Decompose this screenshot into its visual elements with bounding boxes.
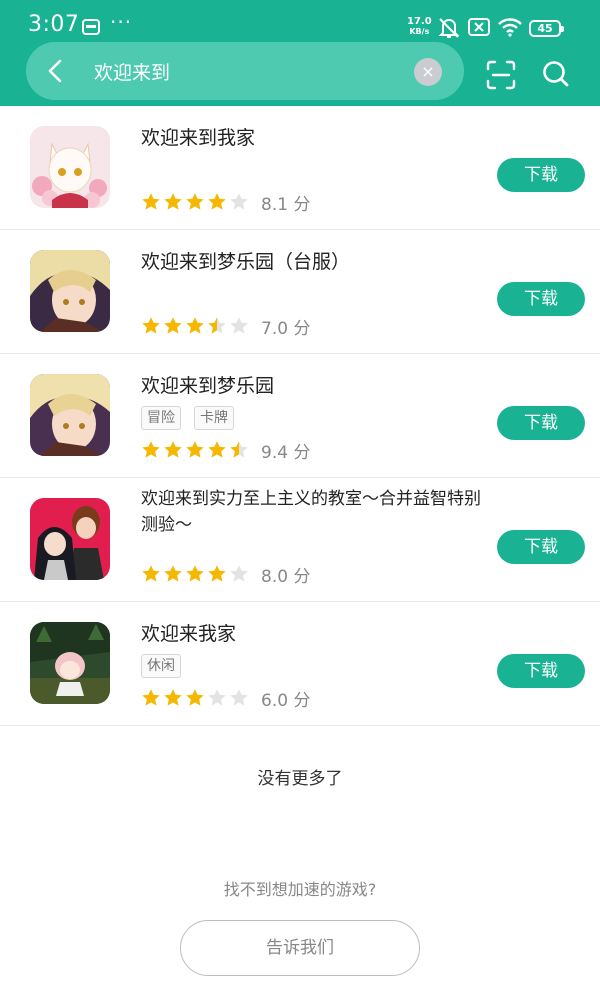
status-time: 3:07	[28, 12, 80, 37]
app-icon-forest-girl[interactable]	[30, 622, 110, 704]
network-speed-unit: KB/s	[409, 27, 430, 36]
app-icon-blonde-character[interactable]	[30, 374, 110, 456]
download-button[interactable]: 下载	[497, 654, 585, 688]
star-icon	[186, 565, 204, 582]
app-rating: 8.1 分	[141, 191, 311, 215]
star-icon	[164, 193, 182, 210]
search-bar[interactable]: 欢迎来到 ×	[26, 42, 464, 100]
star-icon	[230, 689, 248, 706]
scan-icon[interactable]	[484, 58, 518, 92]
star-icon	[142, 565, 160, 582]
star-icon	[208, 193, 226, 210]
star-icon	[142, 689, 160, 706]
end-of-list-text: 没有更多了	[257, 769, 343, 789]
back-arrow-icon[interactable]	[40, 55, 72, 87]
star-icon	[142, 441, 160, 458]
download-button[interactable]: 下载	[497, 158, 585, 192]
app-name[interactable]: 欢迎来我家	[141, 620, 481, 648]
star-icon	[208, 317, 226, 334]
app-name[interactable]: 欢迎来到梦乐园（台服）	[141, 248, 481, 276]
app-icon-blonde-character[interactable]	[30, 250, 110, 332]
tell-us-button[interactable]: 告诉我们	[180, 920, 420, 976]
star-icon	[186, 689, 204, 706]
app-tag: 冒险	[141, 406, 181, 430]
rating-stars	[141, 688, 249, 708]
list-item[interactable]: 欢迎来到实力至上主义的教室～合并益智特别测验～ 8.0 分 下载	[0, 478, 600, 602]
list-item[interactable]: 欢迎来到梦乐园 冒险 卡牌 9.4 分 下载	[0, 354, 600, 478]
star-icon	[142, 193, 160, 210]
app-tag: 卡牌	[194, 406, 234, 430]
star-icon	[208, 441, 226, 458]
download-button[interactable]: 下载	[497, 282, 585, 316]
star-icon	[164, 317, 182, 334]
app-icon-cat-girl[interactable]	[30, 126, 110, 208]
app-rating: 7.0 分	[141, 315, 311, 339]
star-icon	[142, 317, 160, 334]
rating-stars	[141, 192, 249, 212]
mute-bell-icon	[438, 18, 460, 38]
star-icon	[230, 317, 248, 334]
search-input[interactable]: 欢迎来到	[94, 58, 170, 85]
star-icon	[230, 565, 248, 582]
rating-stars	[141, 564, 249, 584]
battery-indicator: 45	[529, 20, 564, 37]
rating-stars	[141, 440, 249, 460]
network-speed-value: 17.0	[407, 16, 432, 27]
rating-score: 8.1 分	[261, 194, 311, 215]
download-button[interactable]: 下载	[497, 530, 585, 564]
app-tag: 休闲	[141, 654, 181, 678]
list-item[interactable]: 欢迎来到我家 8.1 分 下载	[0, 106, 600, 230]
app-header: 3:07 ··· 17.0 KB/s 45 欢迎来到 ×	[0, 0, 600, 106]
notification-app-icon	[82, 19, 100, 35]
search-icon[interactable]	[540, 58, 572, 90]
list-item[interactable]: 欢迎来我家 休闲 6.0 分 下载	[0, 602, 600, 726]
more-notifications-icon: ···	[110, 10, 133, 34]
app-rating: 6.0 分	[141, 687, 311, 711]
rating-score: 9.4 分	[261, 442, 311, 463]
star-icon	[186, 441, 204, 458]
search-results-list: 欢迎来到我家 8.1 分 下载 欢迎来到梦乐园（台服） 7.0 分 下载 欢迎来…	[0, 106, 600, 726]
no-sim-icon	[468, 18, 490, 36]
rating-score: 7.0 分	[261, 318, 311, 339]
star-icon	[164, 441, 182, 458]
clear-search-button[interactable]: ×	[414, 58, 442, 86]
wifi-icon	[498, 18, 522, 37]
star-icon	[230, 193, 248, 210]
app-icon-classroom-characters[interactable]	[30, 498, 110, 580]
star-icon	[230, 441, 248, 458]
rating-score: 8.0 分	[261, 566, 311, 587]
app-tags: 冒险 卡牌	[141, 406, 234, 430]
app-name[interactable]: 欢迎来到梦乐园	[141, 372, 481, 400]
app-tags: 休闲	[141, 654, 181, 678]
star-icon	[164, 565, 182, 582]
app-rating: 8.0 分	[141, 563, 311, 587]
list-item[interactable]: 欢迎来到梦乐园（台服） 7.0 分 下载	[0, 230, 600, 354]
star-icon	[208, 565, 226, 582]
network-speed: 17.0 KB/s	[407, 16, 432, 37]
rating-score: 6.0 分	[261, 690, 311, 711]
app-name[interactable]: 欢迎来到我家	[141, 124, 481, 152]
download-button[interactable]: 下载	[497, 406, 585, 440]
app-rating: 9.4 分	[141, 439, 311, 463]
star-icon	[186, 317, 204, 334]
cant-find-text: 找不到想加速的游戏?	[223, 880, 377, 899]
star-icon	[164, 689, 182, 706]
star-icon	[186, 193, 204, 210]
star-icon	[208, 689, 226, 706]
app-name[interactable]: 欢迎来到实力至上主义的教室～合并益智特别测验～	[141, 486, 481, 538]
status-bar: 3:07 ··· 17.0 KB/s 45	[0, 0, 600, 44]
rating-stars	[141, 316, 249, 336]
